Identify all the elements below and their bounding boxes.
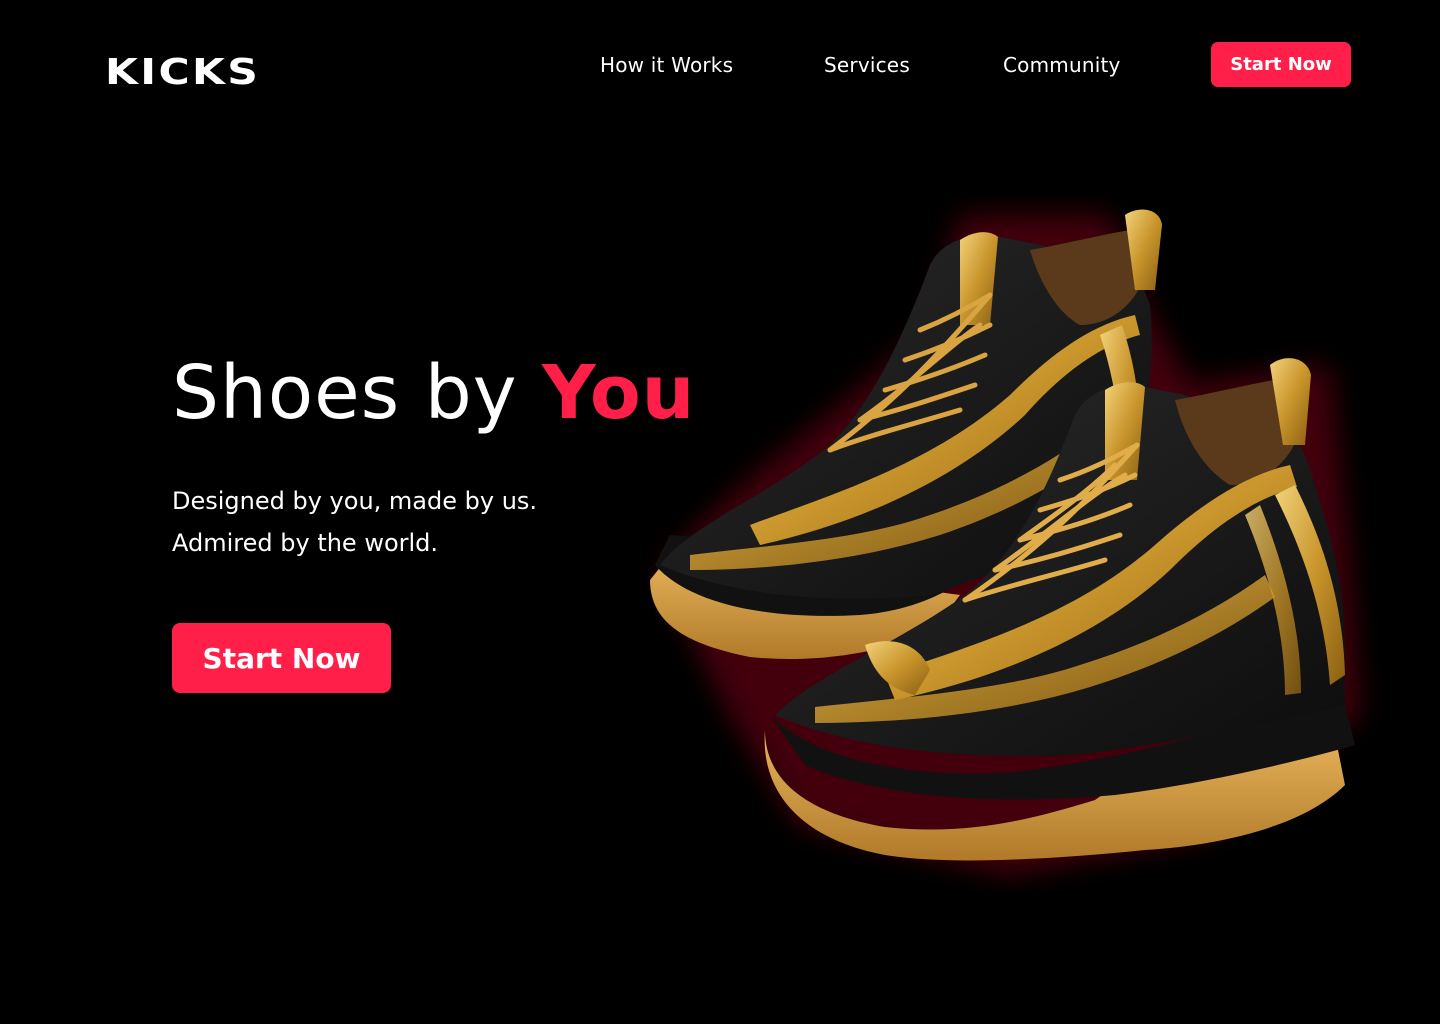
hero-title-prefix: Shoes by [172,350,543,436]
hero-subtitle-line-2: Admired by the world. [172,529,439,557]
nav-community[interactable]: Community [1003,53,1121,77]
nav-services[interactable]: Services [824,53,910,77]
hero-subtitle: Designed by you, made by us. Admired by … [172,480,537,564]
hero-subtitle-line-1: Designed by you, made by us. [172,487,538,515]
hero-title: Shoes by You [172,350,695,436]
brand-logo[interactable]: KICKS [105,52,260,93]
nav-how-it-works[interactable]: How it Works [600,53,733,77]
hero-start-now-button[interactable]: Start Now [172,623,391,693]
landing-page: KICKS How it Works Services Community St… [0,0,1440,1024]
header-start-now-button[interactable]: Start Now [1211,42,1351,87]
sneakers-pair-image [650,209,1360,875]
